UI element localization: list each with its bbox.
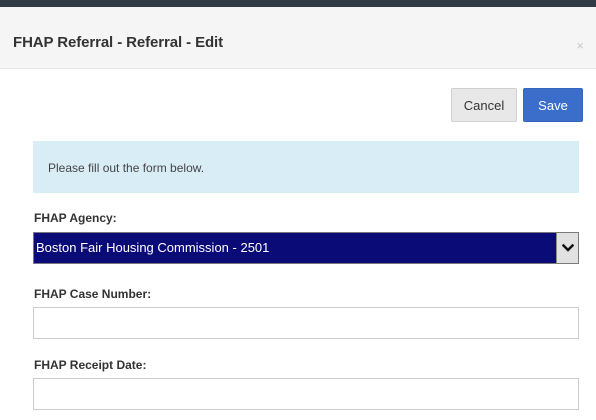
fhap-receipt-date-input[interactable] <box>33 378 579 410</box>
info-notice: Please fill out the form below. <box>33 141 579 193</box>
cancel-button[interactable]: Cancel <box>451 88 517 122</box>
top-accent-bar <box>0 0 596 7</box>
close-icon[interactable]: × <box>576 39 584 52</box>
fhap-agency-selected-value: Boston Fair Housing Commission - 2501 <box>36 240 270 255</box>
fhap-agency-select[interactable]: Boston Fair Housing Commission - 2501 <box>33 232 579 264</box>
fhap-agency-label: FHAP Agency: <box>34 211 117 225</box>
fhap-receipt-date-label: FHAP Receipt Date: <box>34 358 147 372</box>
fhap-case-number-label: FHAP Case Number: <box>34 287 152 301</box>
fhap-case-number-input[interactable] <box>33 307 579 339</box>
modal-title: FHAP Referral - Referral - Edit <box>13 34 224 51</box>
save-button[interactable]: Save <box>523 88 583 122</box>
notice-text: Please fill out the form below. <box>48 161 205 175</box>
modal-header: FHAP Referral - Referral - Edit × <box>0 7 596 69</box>
chevron-down-icon[interactable] <box>556 233 578 263</box>
